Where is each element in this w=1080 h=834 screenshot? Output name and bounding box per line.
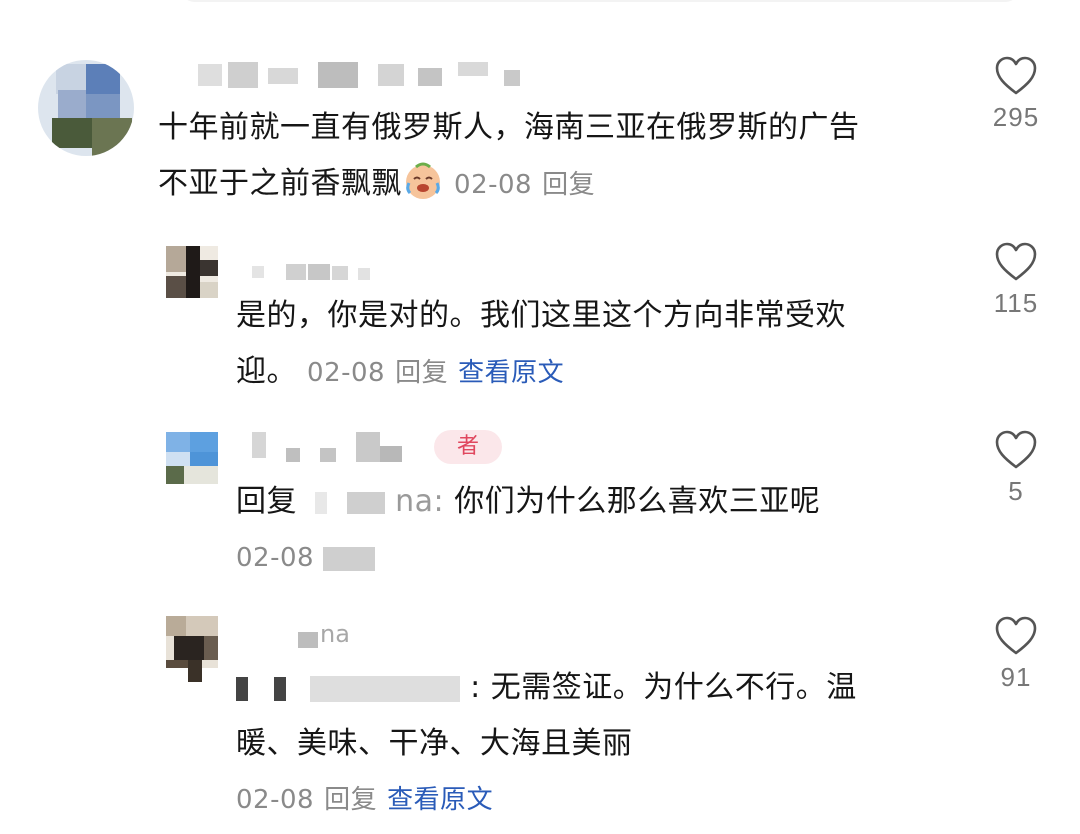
comment-date: 02-08 bbox=[236, 785, 315, 815]
like-count: 91 bbox=[1000, 662, 1032, 692]
like-count: 115 bbox=[993, 288, 1039, 318]
comment-text: 是的，你是对的。我们这里这个方向非常受欢 迎。 02-08 回复 查看原文 bbox=[236, 288, 956, 401]
comment-text: 回复 na: 你们为什么那么喜欢三亚呢 02-08 bbox=[236, 474, 956, 586]
username-blurred[interactable] bbox=[246, 258, 386, 284]
comment-line: 不亚于之前香飘飘 bbox=[158, 166, 402, 201]
avatar[interactable] bbox=[166, 432, 218, 484]
comment-date: 02-08 bbox=[307, 358, 386, 388]
reply-target-blurred[interactable] bbox=[347, 491, 386, 514]
like-button[interactable]: 115 bbox=[980, 242, 1052, 319]
reply-prefix: 回复 bbox=[236, 484, 297, 519]
reply-target-blurred[interactable] bbox=[315, 491, 328, 514]
reply-button-blurred[interactable] bbox=[322, 546, 375, 571]
comment-date: 02-08 bbox=[236, 543, 315, 573]
comment-input-remnant[interactable] bbox=[180, 0, 1020, 2]
crying-laughing-emoji-icon bbox=[402, 159, 444, 201]
heart-outline-icon bbox=[995, 56, 1037, 95]
comment-line: 十年前就一直有俄罗斯人，海南三亚在俄罗斯的广告 bbox=[158, 110, 860, 145]
like-count: 295 bbox=[992, 102, 1040, 132]
username-blurred[interactable] bbox=[246, 432, 426, 468]
like-button[interactable]: 5 bbox=[980, 430, 1052, 507]
reply-target-blurred[interactable] bbox=[310, 675, 461, 702]
username-blurred[interactable]: na bbox=[298, 620, 378, 650]
avatar[interactable] bbox=[166, 246, 218, 298]
top-bar-remnant bbox=[60, 0, 1040, 14]
comment-text: : 无需签证。为什么不行。温 暖、美味、干净、大海且美丽 02-08 回复 查看原文 bbox=[236, 660, 956, 828]
comment-line: 暖、美味、干净、大海且美丽 bbox=[236, 726, 633, 761]
heart-outline-icon bbox=[995, 242, 1037, 281]
like-button[interactable]: 91 bbox=[980, 616, 1052, 693]
reply-target-suffix: na: bbox=[395, 484, 445, 519]
reply-target-blurred[interactable] bbox=[236, 676, 248, 701]
reply-button[interactable]: 回复 bbox=[542, 170, 595, 200]
username-fragment: na bbox=[320, 620, 350, 648]
reply-button[interactable]: 回复 bbox=[395, 358, 448, 388]
heart-outline-icon bbox=[995, 430, 1037, 469]
like-button[interactable]: 295 bbox=[980, 56, 1052, 133]
comment-line: 你们为什么那么喜欢三亚呢 bbox=[454, 484, 821, 519]
comment-date: 02-08 bbox=[454, 170, 533, 200]
reply-button[interactable]: 回复 bbox=[324, 785, 377, 815]
comment-line: : 无需签证。为什么不行。温 bbox=[470, 670, 857, 705]
comment-line: 是的，你是对的。我们这里这个方向非常受欢 bbox=[236, 298, 846, 333]
username-blurred[interactable] bbox=[188, 62, 548, 88]
reply-target-blurred[interactable] bbox=[274, 676, 287, 701]
like-count: 5 bbox=[1008, 476, 1024, 506]
heart-outline-icon bbox=[995, 616, 1037, 655]
comment-line-2: 不亚于之前香飘飘 02-08 回复 bbox=[158, 156, 958, 213]
avatar[interactable] bbox=[166, 616, 218, 682]
view-original-link[interactable]: 查看原文 bbox=[387, 785, 493, 815]
comment-line-2: 迎。 02-08 回复 查看原文 bbox=[236, 344, 956, 401]
avatar[interactable] bbox=[38, 60, 134, 156]
author-tag: 者 bbox=[434, 430, 502, 464]
view-original-link[interactable]: 查看原文 bbox=[458, 358, 564, 388]
comment-text: 十年前就一直有俄罗斯人，海南三亚在俄罗斯的广告 不亚于之前香飘飘 02-08 回复 bbox=[158, 100, 958, 213]
comment-line: 迎。 bbox=[236, 354, 297, 389]
